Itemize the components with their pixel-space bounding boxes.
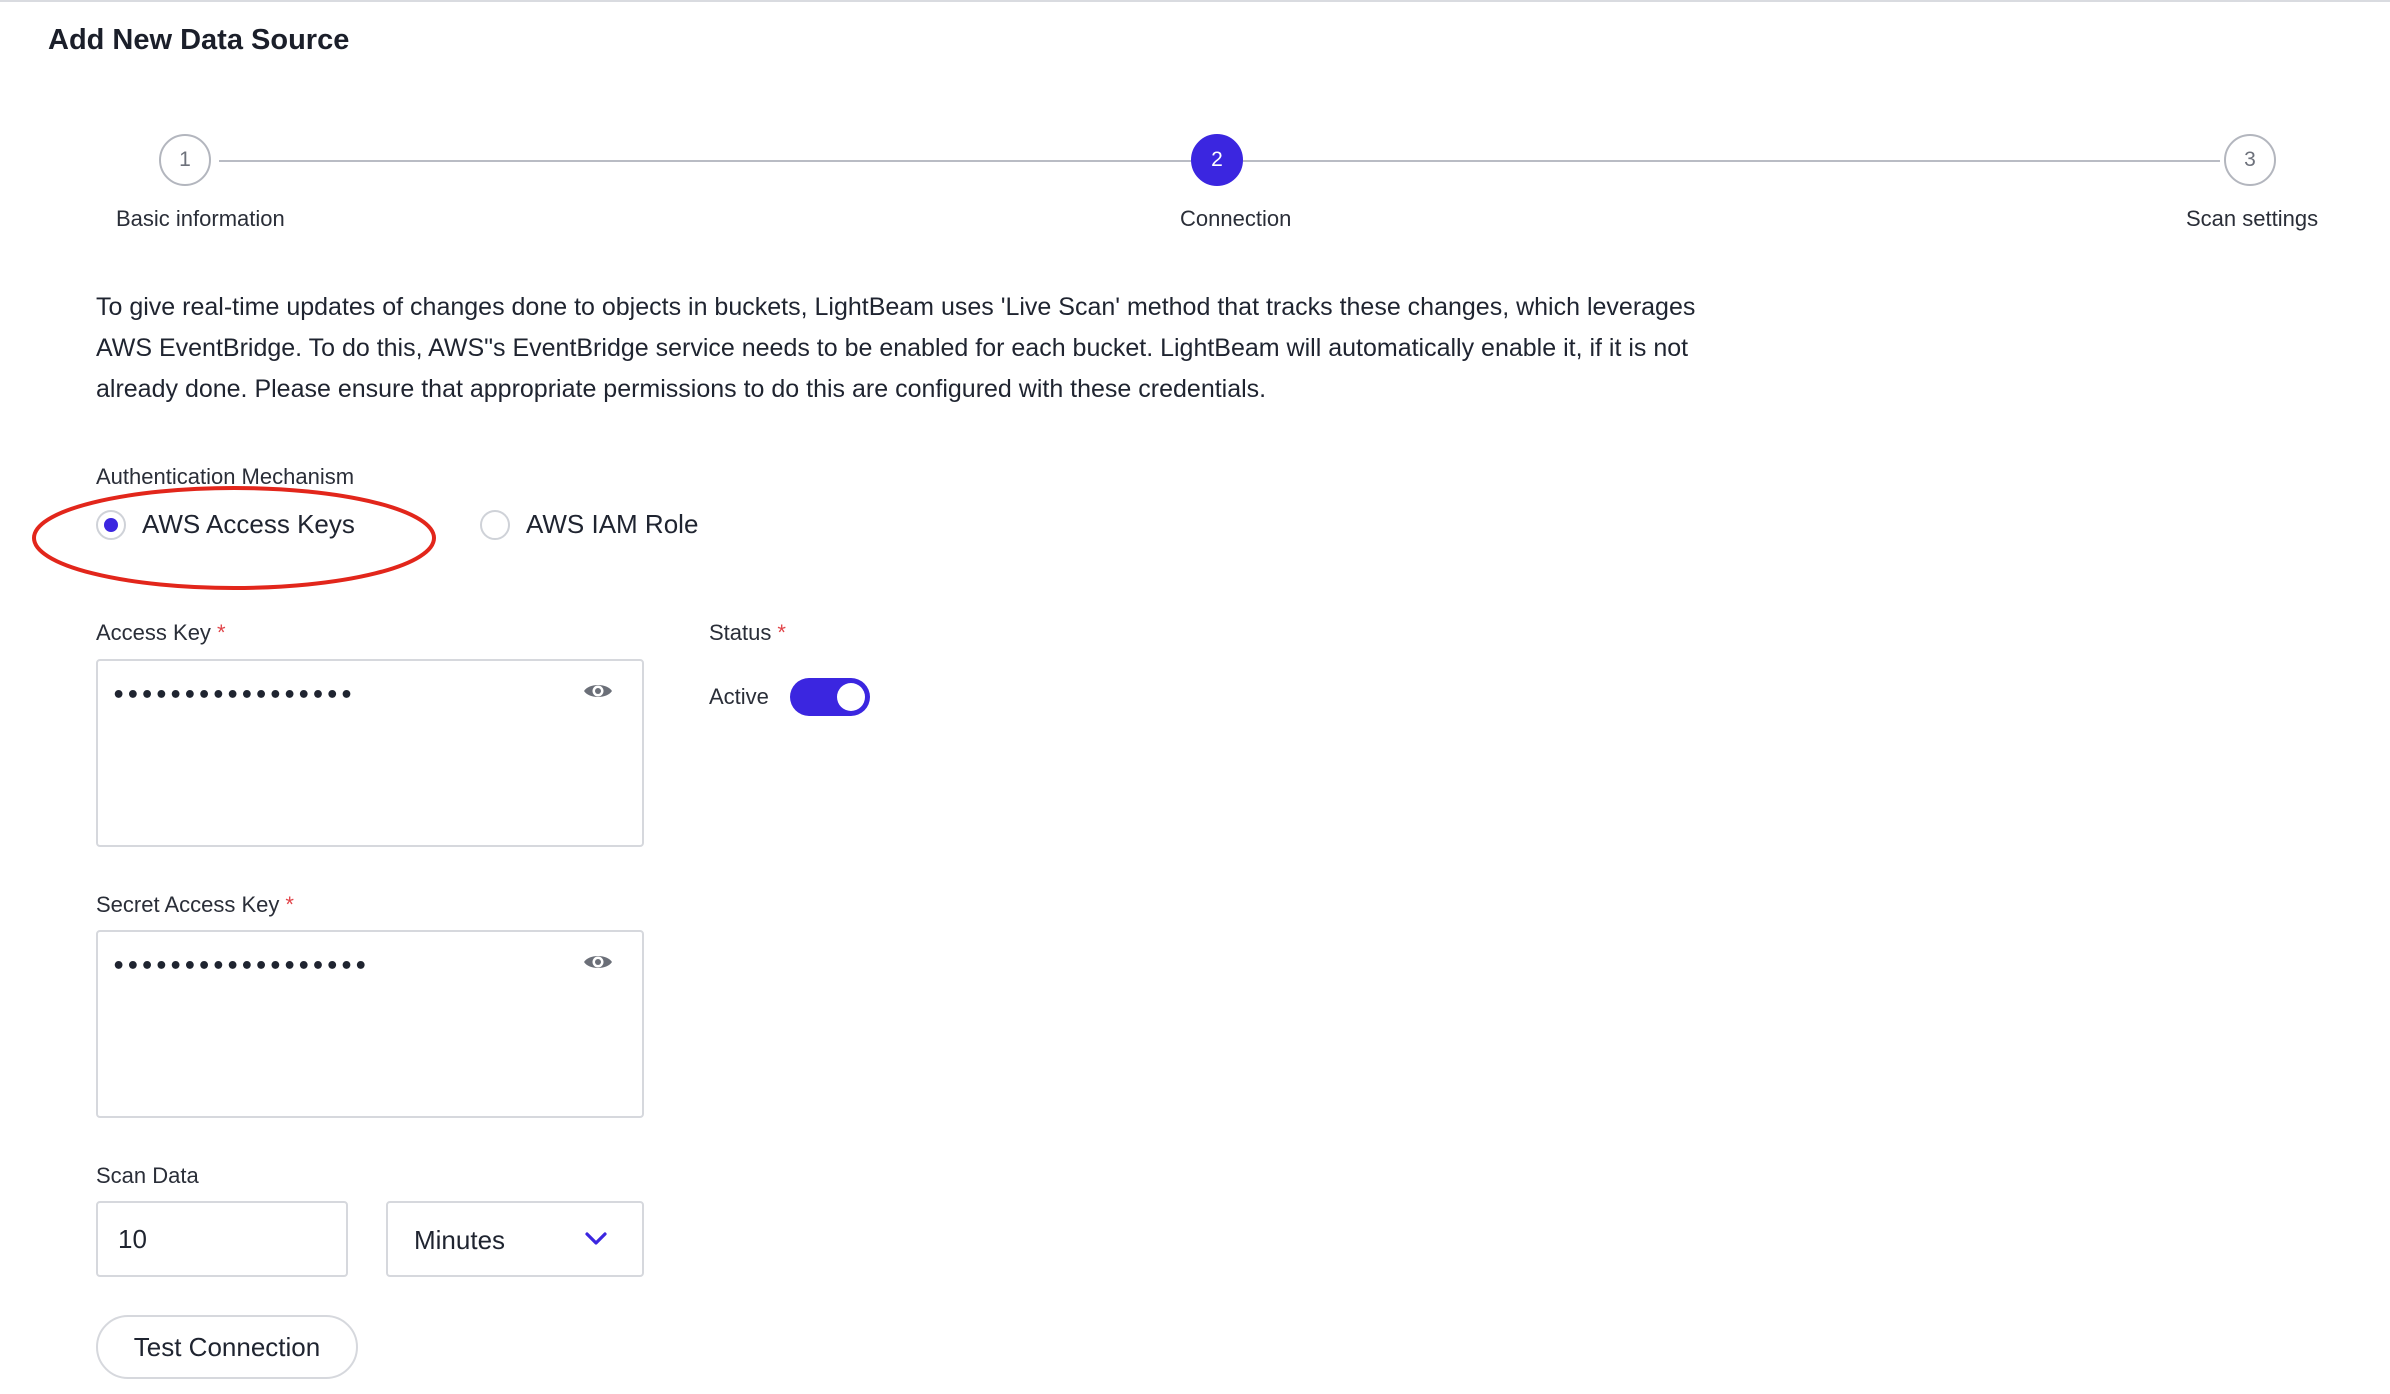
radio-aws-iam-role-label: AWS IAM Role <box>526 509 699 539</box>
secret-access-key-label-text: Secret Access Key <box>96 892 280 917</box>
auth-mechanism-label: Authentication Mechanism <box>96 464 355 489</box>
page-title: Add New Data Source <box>48 24 350 56</box>
step-3-label: Scan settings <box>2186 206 2319 231</box>
chevron-down-icon <box>585 1232 607 1245</box>
secret-access-key-input[interactable]: •••••••••••••••••• <box>96 930 644 1118</box>
required-asterisk: * <box>216 620 226 645</box>
access-key-value: ••••••••••••••••• <box>112 683 355 708</box>
toggle-knob <box>837 683 865 711</box>
required-asterisk: * <box>285 892 294 917</box>
secret-access-key-label: Secret Access Key * <box>96 892 294 918</box>
required-asterisk: * <box>777 620 786 645</box>
radio-button-unselected[interactable] <box>480 509 510 540</box>
eye-icon[interactable] <box>582 679 614 703</box>
access-key-label-text: Access Key <box>96 620 211 645</box>
scan-interval-unit-value: Minutes <box>414 1225 506 1255</box>
access-key-label: Access Key * <box>96 620 226 646</box>
step-connector-2-3 <box>1243 160 2220 162</box>
scan-interval-input[interactable]: 10 <box>96 1201 348 1277</box>
live-scan-description: To give real-time updates of changes don… <box>96 293 1696 403</box>
secret-access-key-value: •••••••••••••••••• <box>112 954 369 979</box>
step-connector-1-2 <box>219 160 1191 162</box>
step-1-indicator[interactable]: 1 <box>159 134 211 186</box>
radio-aws-access-keys-label: AWS Access Keys <box>142 509 355 539</box>
radio-button-selected[interactable] <box>96 509 126 540</box>
stepper: 1 2 3 Basic information Connection Scan … <box>0 134 2390 244</box>
status-label-text: Status <box>709 620 772 645</box>
status-toggle[interactable] <box>790 678 870 716</box>
step-1-label: Basic information <box>116 206 285 231</box>
step-2-label: Connection <box>1180 206 1292 231</box>
step-2-indicator[interactable]: 2 <box>1191 134 1243 186</box>
status-label: Status * <box>709 620 786 646</box>
radio-aws-access-keys[interactable]: AWS Access Keys <box>96 509 355 540</box>
top-divider <box>0 0 2390 2</box>
radio-selected-dot <box>104 517 118 532</box>
step-3-indicator[interactable]: 3 <box>2224 134 2276 186</box>
scan-interval-unit-select[interactable]: Minutes <box>386 1201 644 1277</box>
scan-data-label: Scan Data <box>96 1163 199 1188</box>
status-toggle-label: Active <box>709 684 769 709</box>
radio-aws-iam-role[interactable]: AWS IAM Role <box>480 509 698 540</box>
test-connection-button[interactable]: Test Connection <box>96 1315 358 1379</box>
eye-icon[interactable] <box>582 950 614 974</box>
access-key-input[interactable]: ••••••••••••••••• <box>96 659 644 847</box>
